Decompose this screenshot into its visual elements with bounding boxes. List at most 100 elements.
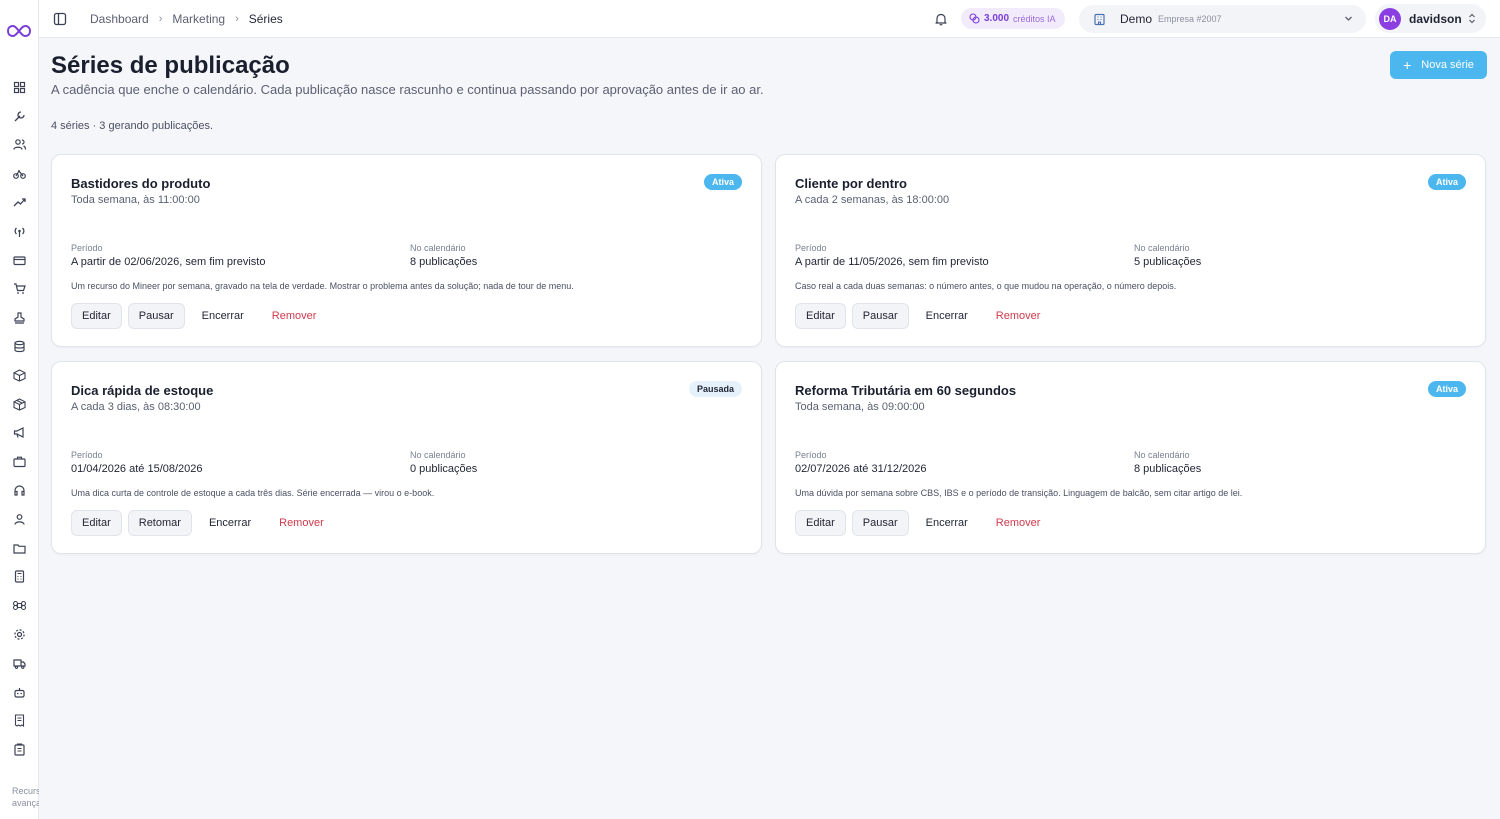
pausar-button[interactable]: Pausar bbox=[851, 510, 909, 536]
card-actions: Editar Retomar Encerrar Remover bbox=[71, 510, 335, 536]
sidebar-item-gear[interactable] bbox=[0, 620, 39, 649]
calendar-value: 5 publicações bbox=[1134, 256, 1202, 268]
bell-icon[interactable] bbox=[934, 12, 948, 26]
sidebar-item-folder[interactable] bbox=[0, 534, 39, 563]
series-description: Caso real a cada duas semanas: o número … bbox=[795, 281, 1177, 291]
editar-button[interactable]: Editar bbox=[71, 303, 122, 329]
sidebar-item-users[interactable] bbox=[0, 131, 39, 160]
series-title: Bastidores do produto bbox=[71, 176, 211, 191]
sidebar-item-box[interactable] bbox=[0, 361, 39, 390]
sidebar-item-receipt[interactable] bbox=[0, 707, 39, 736]
bike-icon bbox=[13, 170, 26, 180]
calendar-label: No calendário bbox=[410, 450, 466, 460]
series-schedule: Toda semana, às 09:00:00 bbox=[795, 401, 925, 413]
breadcrumb-marketing[interactable]: Marketing bbox=[172, 12, 225, 26]
sidebar-toggle-icon[interactable] bbox=[53, 12, 67, 26]
sidebar-item-trend[interactable] bbox=[0, 188, 39, 217]
card-actions: Editar Pausar Encerrar Remover bbox=[795, 510, 1051, 536]
chevron-right-icon: › bbox=[235, 13, 239, 25]
pausar-button[interactable]: Pausar bbox=[127, 303, 185, 329]
period-label: Período bbox=[795, 450, 827, 460]
encerrar-button[interactable]: Encerrar bbox=[915, 303, 979, 329]
breadcrumb-dashboard[interactable]: Dashboard bbox=[90, 12, 149, 26]
encerrar-button[interactable]: Encerrar bbox=[191, 303, 255, 329]
sidebar-item-antenna[interactable] bbox=[0, 217, 39, 246]
card-actions: Editar Pausar Encerrar Remover bbox=[795, 303, 1051, 329]
period-value: A partir de 11/05/2026, sem fim previsto bbox=[795, 256, 989, 268]
package-icon bbox=[13, 398, 26, 411]
series-description: Uma dica curta de controle de estoque a … bbox=[71, 488, 435, 498]
sidebar-item-grid[interactable] bbox=[0, 73, 39, 102]
sidebar-item-wrench[interactable] bbox=[0, 102, 39, 131]
remover-button[interactable]: Remover bbox=[261, 303, 328, 329]
calendar-label: No calendário bbox=[1134, 450, 1190, 460]
briefcase-icon bbox=[13, 456, 26, 468]
user-menu[interactable]: DA davidson bbox=[1375, 4, 1486, 33]
sidebar-item-command[interactable] bbox=[0, 591, 39, 620]
sidebar-footer-line2: avançados bbox=[12, 798, 39, 808]
sidebar-item-megaphone[interactable] bbox=[0, 419, 39, 448]
cart-icon bbox=[14, 283, 26, 295]
sidebar: Recursos avançados bbox=[0, 0, 39, 819]
box-icon bbox=[13, 369, 26, 382]
sidebar-item-cart[interactable] bbox=[0, 275, 39, 304]
editar-button[interactable]: Editar bbox=[71, 510, 122, 536]
users-icon bbox=[13, 139, 26, 151]
ai-credits-badge[interactable]: 3.000 créditos IA bbox=[961, 8, 1065, 29]
coins-icon bbox=[969, 13, 980, 24]
sidebar-item-truck[interactable] bbox=[0, 649, 39, 678]
sidebar-item-card[interactable] bbox=[0, 246, 39, 275]
page-title: Séries de publicação bbox=[51, 52, 290, 79]
company-selector[interactable]: Demo Empresa #2007 bbox=[1079, 5, 1366, 33]
chevron-down-icon bbox=[1345, 16, 1352, 21]
card-icon bbox=[13, 256, 26, 265]
pausar-button[interactable]: Pausar bbox=[851, 303, 909, 329]
company-id: Empresa #2007 bbox=[1158, 14, 1222, 24]
new-series-button[interactable]: + Nova série bbox=[1390, 51, 1487, 79]
period-value: 01/04/2026 até 15/08/2026 bbox=[71, 463, 203, 475]
sidebar-item-headset[interactable] bbox=[0, 476, 39, 505]
series-card: Dica rápida de estoque A cada 3 dias, às … bbox=[51, 361, 762, 554]
sidebar-item-clipboard[interactable] bbox=[0, 735, 39, 764]
sidebar-item-user-group[interactable] bbox=[0, 505, 39, 534]
sidebar-item-database[interactable] bbox=[0, 332, 39, 361]
sidebar-item-robot[interactable] bbox=[0, 678, 39, 707]
truck-icon bbox=[13, 659, 26, 669]
calendar-label: No calendário bbox=[1134, 243, 1190, 253]
calculator-icon bbox=[14, 570, 25, 584]
remover-button[interactable]: Remover bbox=[268, 510, 335, 536]
breadcrumb: Dashboard › Marketing › Séries bbox=[90, 12, 283, 26]
period-value: A partir de 02/06/2026, sem fim previsto bbox=[71, 256, 266, 268]
database-icon bbox=[14, 340, 25, 353]
breadcrumb-current: Séries bbox=[248, 12, 283, 26]
encerrar-button[interactable]: Encerrar bbox=[198, 510, 262, 536]
sidebar-item-package[interactable] bbox=[0, 390, 39, 419]
editar-button[interactable]: Editar bbox=[795, 510, 846, 536]
series-description: Uma dúvida por semana sobre CBS, IBS e o… bbox=[795, 488, 1243, 498]
remover-button[interactable]: Remover bbox=[985, 303, 1052, 329]
credits-unit: créditos IA bbox=[1013, 13, 1056, 24]
chevron-right-icon: › bbox=[158, 13, 163, 25]
encerrar-button[interactable]: Encerrar bbox=[915, 510, 979, 536]
calendar-value: 8 publicações bbox=[410, 256, 478, 268]
calendar-label: No calendário bbox=[410, 243, 466, 253]
logo-icon[interactable] bbox=[7, 24, 31, 38]
sidebar-footer[interactable]: Recursos avançados bbox=[12, 785, 39, 809]
sidebar-item-briefcase[interactable] bbox=[0, 447, 39, 476]
series-summary: 4 séries · 3 gerando publicações. bbox=[51, 120, 214, 132]
robot-icon bbox=[14, 687, 25, 698]
chevron-up-down-icon bbox=[1469, 13, 1475, 24]
retomar-button[interactable]: Retomar bbox=[127, 510, 192, 536]
remover-button[interactable]: Remover bbox=[985, 510, 1052, 536]
period-label: Período bbox=[795, 243, 827, 253]
period-label: Período bbox=[71, 243, 103, 253]
editar-button[interactable]: Editar bbox=[795, 303, 846, 329]
sidebar-item-stamp[interactable] bbox=[0, 303, 39, 332]
series-schedule: Toda semana, às 11:00:00 bbox=[71, 194, 200, 206]
company-name: Demo bbox=[1120, 12, 1153, 26]
series-card: Cliente por dentro A cada 2 semanas, às 1… bbox=[775, 154, 1486, 347]
clipboard-icon bbox=[14, 743, 25, 756]
sidebar-item-bike[interactable] bbox=[0, 159, 39, 188]
sidebar-item-calculator[interactable] bbox=[0, 563, 39, 592]
status-badge: Ativa bbox=[703, 174, 742, 190]
